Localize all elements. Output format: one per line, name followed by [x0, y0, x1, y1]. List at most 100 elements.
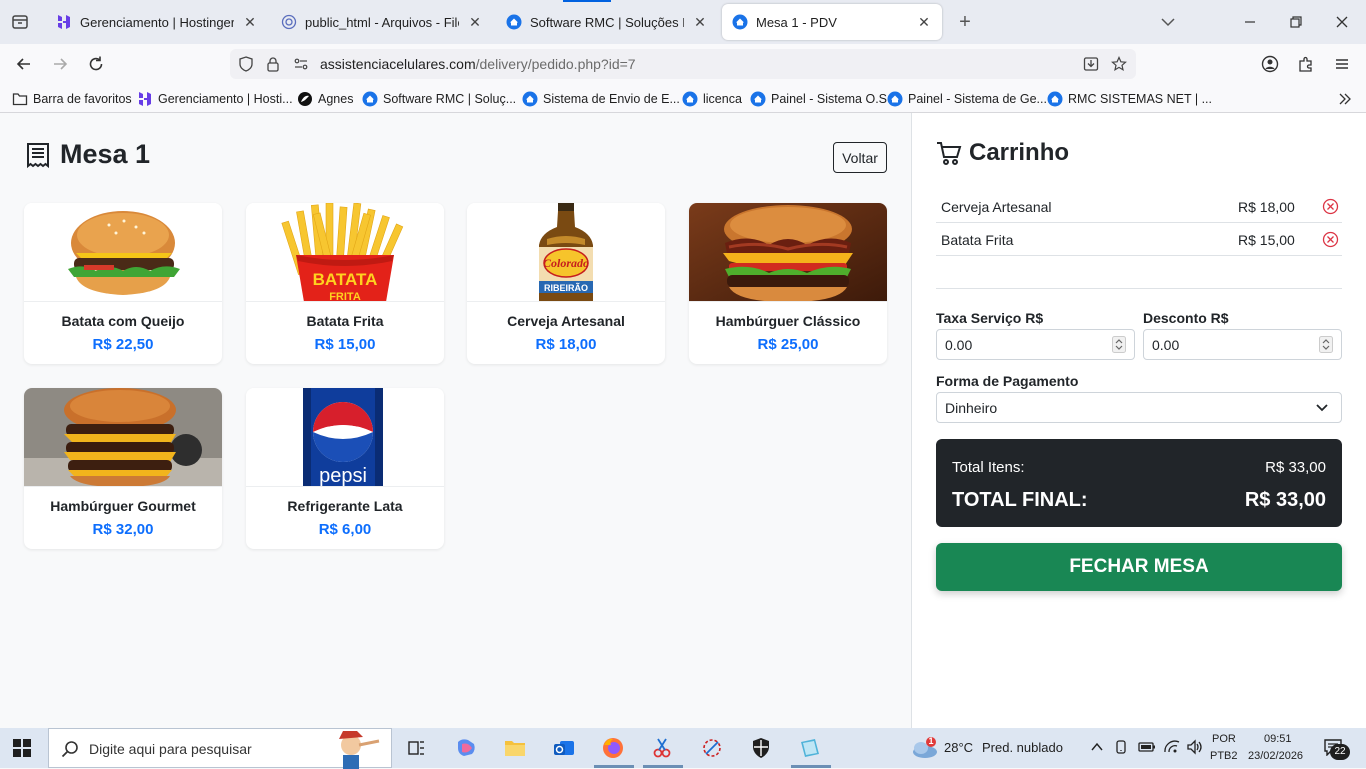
keyboard-layout[interactable]: PTB2 — [1210, 750, 1238, 762]
remove-item-icon[interactable] — [1322, 231, 1339, 248]
weather-icon[interactable]: 1 — [911, 736, 939, 759]
windows-start-icon[interactable] — [12, 738, 32, 758]
home-icon — [682, 91, 698, 107]
tab-hostinger[interactable]: Gerenciamento | Hostinger ✕ — [46, 4, 268, 40]
product-card[interactable]: Batata com Queijo R$ 22,50 — [24, 203, 222, 364]
taskbar: Digite aqui para pesquisar 1 28°C Pred. … — [0, 728, 1366, 769]
meet-now-icon[interactable] — [1114, 739, 1130, 760]
home-icon — [1047, 91, 1063, 107]
file-explorer-icon[interactable] — [501, 734, 529, 762]
bookmark-item[interactable]: Gerenciamento | Hosti... — [137, 90, 293, 108]
product-name: Batata com Queijo — [61, 313, 185, 329]
bookmark-item[interactable]: Painel - Sistema O.S — [750, 90, 887, 108]
tab-mesa-pdv[interactable]: Mesa 1 - PDV ✕ — [722, 4, 942, 40]
lock-icon[interactable] — [265, 56, 281, 72]
reload-icon[interactable] — [85, 53, 107, 75]
wifi-icon[interactable] — [1163, 739, 1181, 760]
bookmark-folder[interactable]: Barra de favoritos — [12, 90, 132, 108]
language-indicator[interactable]: POR — [1212, 733, 1236, 745]
product-card[interactable]: BATATA FRITA Batata Frita R$ 15,00 — [246, 203, 444, 364]
cheeseburger-image — [24, 203, 222, 302]
clock-time[interactable]: 09:51 — [1264, 733, 1292, 745]
bookmark-item[interactable]: RMC SISTEMAS NET | ... — [1047, 90, 1212, 108]
cart-icon — [937, 142, 962, 165]
snip-sketch-icon[interactable] — [698, 734, 726, 762]
tab-bar: Gerenciamento | Hostinger ✕ public_html … — [0, 0, 1366, 44]
triple-burger-image — [24, 388, 222, 487]
new-tab-icon[interactable]: + — [954, 11, 976, 33]
permissions-icon[interactable] — [293, 56, 309, 72]
back-button[interactable]: Voltar — [833, 142, 887, 173]
svg-text:Colorado: Colorado — [543, 256, 589, 270]
bookmark-item[interactable]: Painel - Sistema de Ge... — [887, 90, 1047, 108]
notes-app-icon[interactable] — [796, 734, 824, 762]
tab-list-icon[interactable] — [8, 10, 32, 34]
task-view-icon[interactable] — [402, 734, 430, 762]
close-tab-icon[interactable]: ✕ — [916, 14, 932, 30]
account-icon[interactable] — [1259, 53, 1281, 75]
shield-icon[interactable] — [238, 56, 254, 72]
close-table-button[interactable]: FECHAR MESA — [936, 543, 1342, 591]
bookmark-item[interactable]: Sistema de Envio de E... — [522, 90, 680, 108]
chevron-down-icon — [1316, 404, 1328, 412]
cart-title: Carrinho — [936, 139, 1069, 167]
bookmark-item[interactable]: Software RMC | Soluç... — [362, 90, 516, 108]
product-name: Hambúrguer Gourmet — [50, 498, 196, 514]
tab-software-rmc[interactable]: Software RMC | Soluções Digita ✕ — [496, 4, 718, 40]
outlook-icon[interactable] — [550, 734, 578, 762]
receipt-icon — [27, 142, 49, 168]
taskbar-search[interactable]: Digite aqui para pesquisar — [48, 728, 392, 769]
chevron-down-icon[interactable] — [1158, 12, 1178, 32]
product-card[interactable]: Hambúrguer Gourmet R$ 32,00 — [24, 388, 222, 549]
product-card[interactable]: Hambúrguer Clássico R$ 25,00 — [689, 203, 887, 364]
home-icon — [506, 14, 522, 30]
close-window-icon[interactable] — [1332, 12, 1352, 32]
close-tab-icon[interactable]: ✕ — [692, 14, 708, 30]
copilot-icon[interactable] — [452, 734, 480, 762]
payment-method-value: Dinheiro — [945, 399, 998, 416]
totals-box: Total Itens: R$ 33,00 TOTAL FINAL: R$ 33… — [936, 439, 1342, 527]
snipping-tool-icon[interactable] — [648, 734, 676, 762]
tab-file-browser[interactable]: public_html - Arquivos - File Bro ✕ — [271, 4, 493, 40]
close-tab-icon[interactable]: ✕ — [242, 14, 258, 30]
fries-label-2: FRITA — [329, 291, 361, 302]
menu-icon[interactable] — [1331, 53, 1353, 75]
service-fee-input[interactable]: 0.00 — [936, 329, 1135, 360]
star-icon[interactable] — [1111, 56, 1127, 72]
cart-item: Batata Frita R$ 15,00 — [936, 223, 1342, 256]
clock-date[interactable]: 23/02/2026 — [1248, 750, 1303, 762]
service-fee-value: 0.00 — [945, 336, 973, 353]
bookmark-item[interactable]: licenca — [682, 90, 742, 108]
page-content: Mesa 1 Voltar Batata com Queijo R$ 22,50… — [0, 113, 1366, 728]
minimize-icon[interactable] — [1240, 12, 1260, 32]
tray-overflow-icon[interactable] — [1090, 740, 1104, 759]
security-shield-icon[interactable] — [747, 734, 775, 762]
back-arrow-icon[interactable] — [13, 53, 35, 75]
folder-icon — [12, 91, 28, 107]
spinner-icon[interactable] — [1112, 336, 1126, 353]
forward-arrow-icon[interactable] — [49, 53, 71, 75]
save-page-icon[interactable] — [1083, 56, 1099, 72]
bookmarks-overflow-icon[interactable] — [1337, 90, 1353, 108]
extensions-icon[interactable] — [1295, 53, 1317, 75]
product-card[interactable]: Colorado RIBEIRÃO Cerveja Artesanal R$ 1… — [467, 203, 665, 364]
volume-icon[interactable] — [1186, 739, 1204, 760]
payment-method-select[interactable]: Dinheiro — [936, 392, 1342, 423]
firefox-icon[interactable] — [599, 734, 627, 762]
weather-temp[interactable]: 28°C — [944, 740, 973, 755]
url-text[interactable]: assistenciacelulares.com/delivery/pedido… — [320, 56, 636, 72]
product-name: Cerveja Artesanal — [507, 313, 625, 329]
remove-item-icon[interactable] — [1322, 198, 1339, 215]
weather-desc[interactable]: Pred. nublado — [982, 740, 1063, 755]
notification-center-icon[interactable]: 22 — [1323, 738, 1351, 760]
discount-input[interactable]: 0.00 — [1143, 329, 1342, 360]
close-tab-icon[interactable]: ✕ — [467, 14, 483, 30]
home-icon — [522, 91, 538, 107]
battery-icon[interactable] — [1138, 740, 1156, 759]
address-bar[interactable]: assistenciacelulares.com/delivery/pedido… — [230, 49, 1136, 79]
product-card[interactable]: pepsi Refrigerante Lata R$ 6,00 — [246, 388, 444, 549]
bookmark-label: Painel - Sistema de Ge... — [908, 92, 1047, 106]
spinner-icon[interactable] — [1319, 336, 1333, 353]
restore-icon[interactable] — [1286, 12, 1306, 32]
bookmark-item[interactable]: Agnes — [297, 90, 353, 108]
